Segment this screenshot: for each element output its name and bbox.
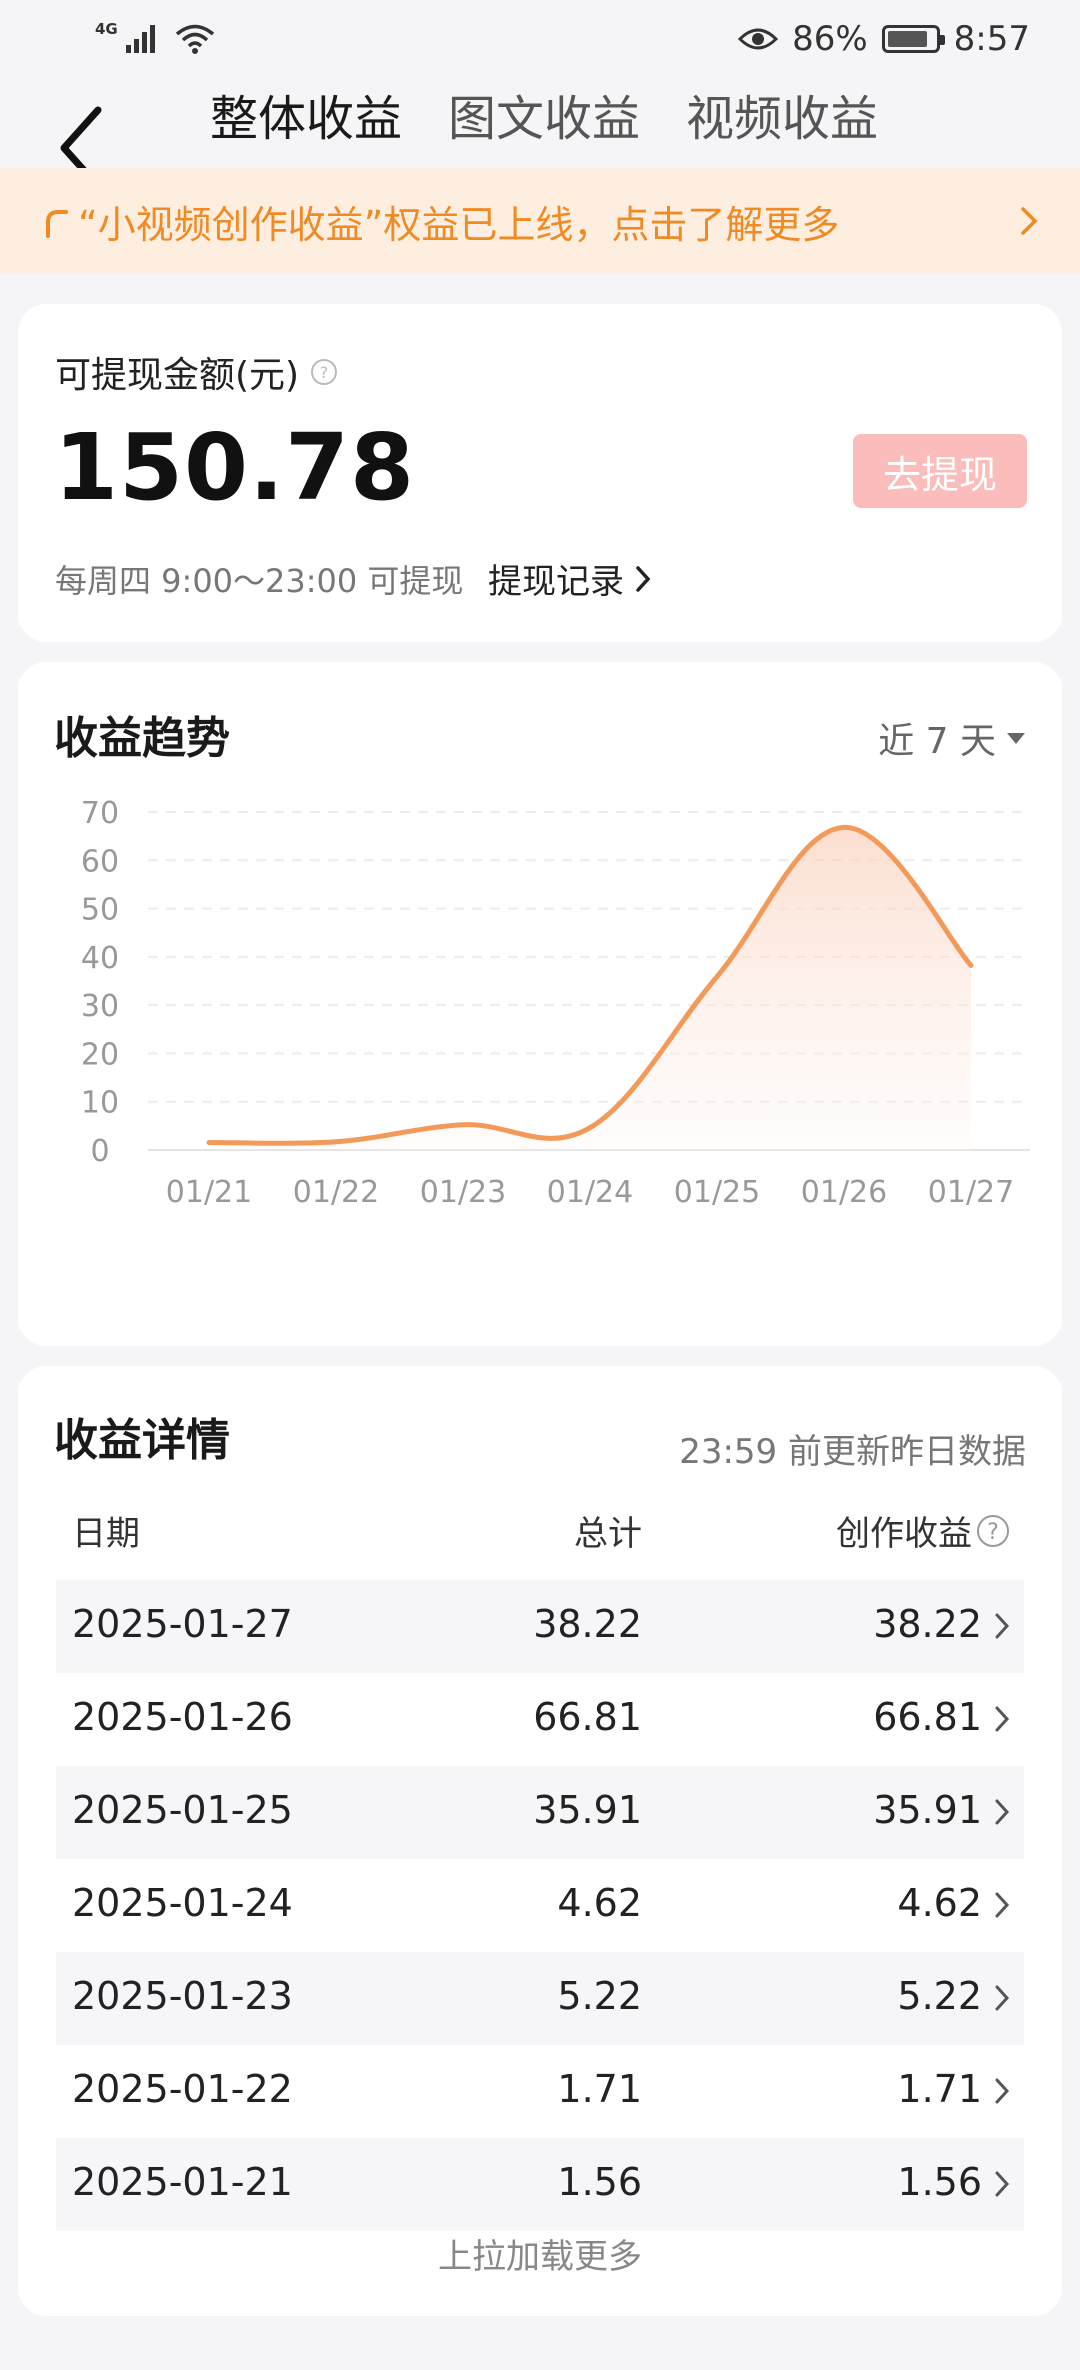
load-more-hint: 上拉加载更多: [438, 2237, 642, 2277]
column-date: 日期: [72, 1514, 140, 1554]
tab-bar: 整体收益 图文收益 视频收益: [210, 86, 878, 153]
table-row[interactable]: 2025-01-22 1.71 1.71: [56, 2045, 1024, 2138]
withdrawable-amount: 150.78: [54, 414, 416, 521]
row-creation-income: 4.62: [897, 1881, 982, 1925]
y-tick-label: 20: [81, 1037, 119, 1072]
announcement-icon: [46, 210, 68, 238]
withdrawable-label-row: 可提现金额(元) ?: [55, 346, 339, 398]
detail-title: 收益详情: [54, 1415, 230, 1466]
row-creation-income: 38.22: [873, 1602, 982, 1646]
promo-banner[interactable]: “小视频创作收益”权益已上线，点击了解更多: [0, 168, 1080, 274]
clock: 8:57: [953, 19, 1030, 59]
eye-protection-icon: [738, 28, 779, 50]
table-header: 日期 总计 创作收益 ?: [56, 1506, 1024, 1558]
chevron-right-icon: [1021, 207, 1038, 235]
x-tick-label: 01/25: [674, 1175, 760, 1210]
chevron-right-icon: [995, 1799, 1010, 1825]
tab-video-income[interactable]: 视频收益: [686, 86, 878, 153]
row-date: 2025-01-21: [72, 2160, 293, 2204]
table-row[interactable]: 2025-01-27 38.22 38.22: [56, 1580, 1024, 1673]
row-total: 4.62: [557, 1881, 642, 1925]
wifi-icon: [175, 24, 214, 54]
trend-title: 收益趋势: [54, 713, 230, 764]
y-tick-label: 10: [81, 1086, 119, 1121]
withdraw-record-label: 提现记录: [488, 562, 624, 602]
row-date: 2025-01-24: [72, 1881, 293, 1925]
income-trend-chart: 0 10 20 30 40 50 60 70 01/21 01/22 01/23 01/24 01/2…: [81, 796, 1030, 1210]
y-tick-label: 0: [90, 1134, 109, 1169]
tab-article-income[interactable]: 图文收益: [448, 86, 640, 153]
range-label: 近 7 天: [878, 721, 996, 762]
signal-icon: [125, 25, 155, 53]
chevron-right-icon: [995, 1892, 1010, 1918]
withdraw-record-link[interactable]: 提现记录: [488, 554, 652, 603]
row-total: 1.71: [557, 2067, 642, 2111]
income-detail-card: 收益详情 23:59 前更新昨日数据 日期 总计 创作收益 ? 2025-01-…: [18, 1366, 1062, 2316]
caret-down-icon: [1007, 733, 1025, 744]
chevron-right-icon: [995, 1613, 1010, 1639]
range-dropdown[interactable]: 近 7 天: [878, 712, 1026, 764]
question-icon[interactable]: ?: [309, 357, 339, 387]
x-tick-label: 01/22: [293, 1175, 379, 1210]
chevron-right-icon: [995, 2171, 1010, 2197]
table-row[interactable]: 2025-01-21 1.56 1.56: [56, 2138, 1024, 2231]
tab-overall-income[interactable]: 整体收益: [210, 86, 402, 153]
income-trend-card: 收益趋势 近 7 天 0 10 20 30 40 50 60 70 01/21 01/22 01/…: [18, 662, 1062, 1346]
x-tick-label: 01/24: [547, 1175, 633, 1210]
network-type: 4G: [95, 20, 118, 38]
row-total: 35.91: [533, 1788, 642, 1832]
x-tick-label: 01/21: [166, 1175, 252, 1210]
y-tick-label: 40: [81, 941, 119, 976]
withdrawable-label: 可提现金额(元): [55, 355, 300, 396]
banner-text: “小视频创作收益”权益已上线，点击了解更多: [78, 202, 840, 247]
row-total: 66.81: [533, 1695, 642, 1739]
withdraw-button[interactable]: 去提现: [853, 434, 1027, 508]
balance-card: 可提现金额(元) ? 150.78 去提现 每周四 9:00～23:00 可提现…: [18, 304, 1062, 642]
row-date: 2025-01-25: [72, 1788, 293, 1832]
row-creation-income: 5.22: [897, 1974, 982, 2018]
column-total: 总计: [574, 1514, 642, 1554]
row-total: 38.22: [533, 1602, 642, 1646]
column-creation-income-wrap: 创作收益 ?: [676, 1506, 1012, 1555]
income-table: 2025-01-27 38.22 38.22 2025-01-26 66.81 …: [56, 1580, 1024, 2231]
row-date: 2025-01-27: [72, 1602, 293, 1646]
row-date: 2025-01-23: [72, 1974, 293, 2018]
y-tick-label: 60: [81, 844, 119, 879]
table-row[interactable]: 2025-01-24 4.62 4.62: [56, 1859, 1024, 1952]
question-icon[interactable]: ?: [974, 1512, 1012, 1550]
chevron-right-icon: [636, 565, 651, 592]
table-row[interactable]: 2025-01-25 35.91 35.91: [56, 1766, 1024, 1859]
chevron-right-icon: [995, 1985, 1010, 2011]
svg-text:?: ?: [987, 1520, 999, 1545]
svg-text:?: ?: [320, 363, 329, 382]
column-creation-income: 创作收益: [836, 1514, 972, 1554]
row-date: 2025-01-26: [72, 1695, 293, 1739]
y-tick-label: 70: [81, 796, 119, 831]
row-creation-income: 1.71: [897, 2067, 982, 2111]
row-creation-income: 66.81: [873, 1695, 982, 1739]
y-tick-label: 30: [81, 989, 119, 1024]
row-creation-income: 1.56: [897, 2160, 982, 2204]
chevron-right-icon: [995, 1706, 1010, 1732]
row-total: 1.56: [557, 2160, 642, 2204]
status-left: 4G: [95, 20, 216, 55]
battery-percent: 86%: [792, 19, 868, 59]
status-right: 86% 8:57: [738, 19, 1030, 59]
header: 整体收益 图文收益 视频收益: [0, 78, 1080, 190]
update-note: 23:59 前更新昨日数据: [679, 1432, 1026, 1472]
battery-icon: [881, 25, 945, 53]
withdraw-schedule-hint: 每周四 9:00～23:00 可提现: [55, 562, 464, 600]
x-tick-label: 01/26: [801, 1175, 887, 1210]
row-creation-income: 35.91: [873, 1788, 982, 1832]
row-date: 2025-01-22: [72, 2067, 293, 2111]
table-row[interactable]: 2025-01-26 66.81 66.81: [56, 1673, 1024, 1766]
chevron-right-icon: [995, 2078, 1010, 2104]
x-tick-label: 01/27: [928, 1175, 1014, 1210]
status-bar: 4G 86% 8:57: [0, 0, 1080, 78]
y-tick-label: 50: [81, 893, 119, 928]
row-total: 5.22: [557, 1974, 642, 2018]
battery-level: [887, 31, 928, 47]
table-row[interactable]: 2025-01-23 5.22 5.22: [56, 1952, 1024, 2045]
x-tick-label: 01/23: [420, 1175, 506, 1210]
